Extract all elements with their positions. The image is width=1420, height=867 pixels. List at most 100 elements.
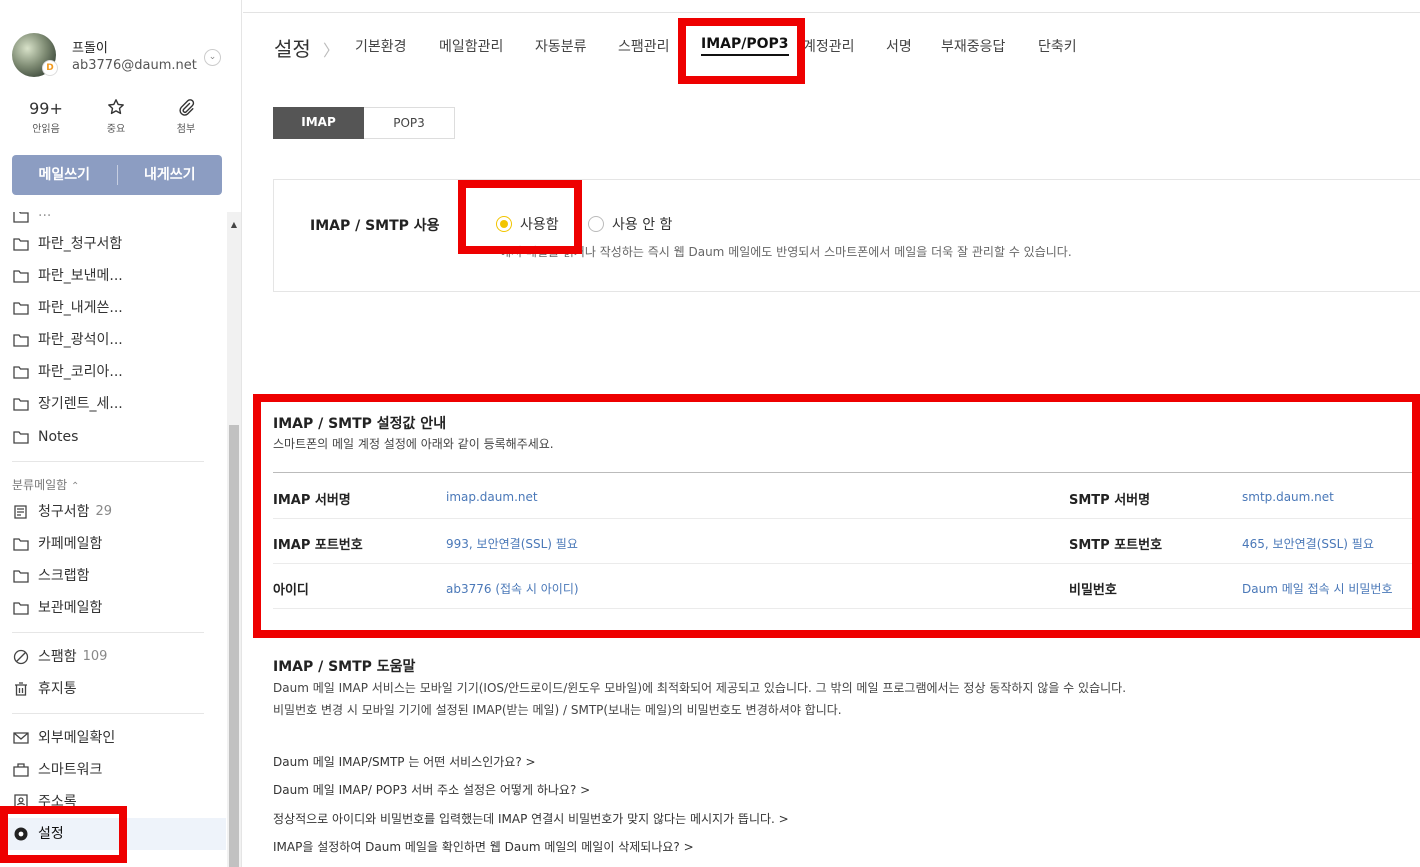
faq-link[interactable]: IMAP을 설정하여 Daum 메일을 확인하면 웹 Daum 메일의 메일이 … [273,838,694,855]
settings-info-subtitle: 스마트폰의 메일 계정 설정에 아래와 같이 등록해주세요. [273,437,554,451]
radio-use-on[interactable]: 사용함 [496,214,559,234]
tool-label: 스마트워크 [38,762,103,778]
folder-label: 파란_청구서함 [38,236,123,252]
divider [273,563,1420,564]
tab-auto-reply[interactable]: 부재중응답 [941,36,1005,56]
folder-item[interactable]: 파란_광석이... [12,328,123,352]
divider [273,608,1420,609]
help-text: Daum 메일 IMAP 서비스는 모바일 기기(IOS/안드로이드/윈도우 모… [273,681,1127,695]
tool-smartwork[interactable]: 스마트워크 [12,758,102,782]
quick-stat-label: 안읽음 [32,124,60,135]
radio-unselected-icon [588,216,604,232]
starred-mail-shortcut[interactable]: 중요 [86,98,146,135]
tab-auto-sort[interactable]: 자동분류 [535,36,587,56]
tool-label: 설정 [38,826,64,842]
tab-basic[interactable]: 기본환경 [355,36,407,56]
folder-label: 청구서함 [38,504,90,520]
folder-item[interactable]: 파란_내게쓴... [12,296,123,320]
folder-list: ··· 파란_청구서함 파란_보낸메... 파란_내게쓴... 파란_광석이..… [0,212,226,867]
smtp-port-label: SMTP 포트번호 [1069,538,1163,553]
folder-label: 카페메일함 [38,536,103,552]
tab-imap-pop3[interactable]: IMAP/POP3 [701,36,789,56]
password-label: 비밀번호 [1069,583,1117,598]
paperclip-icon [179,99,195,116]
unread-count: 109 [82,649,108,664]
folder-icon [13,270,29,283]
receipt-icon [14,505,27,519]
folder-icon [13,334,29,347]
settings-main: 설정 〉 기본환경 메일함관리 자동분류 스팸관리 IMAP/POP3 계정관리… [243,0,1420,867]
tab-pop3[interactable]: POP3 [364,107,455,139]
folder-item-bills[interactable]: 청구서함 29 [12,500,112,524]
folder-item-spam[interactable]: 스팸함 109 [12,645,107,669]
folder-item-cafe[interactable]: 카페메일함 [12,532,102,556]
folder-item[interactable]: 파란_코리아... [12,360,123,384]
scroll-up-arrow-icon[interactable]: ▲ [227,218,241,232]
faq-link[interactable]: 정상적으로 아이디와 비밀번호를 입력했는데 IMAP 연결시 비밀번호가 맞지… [273,810,789,827]
smtp-port-value: 465, 보안연결(SSL) 필요 [1242,537,1374,551]
divider [12,713,204,714]
sidebar-scroll-thumb[interactable] [229,425,239,867]
tab-mailbox-manage[interactable]: 메일함관리 [439,36,503,56]
unread-mail-shortcut[interactable]: 99+ 안읽음 [16,98,76,135]
tab-account[interactable]: 계정관리 [803,36,855,56]
faq-link[interactable]: Daum 메일 IMAP/SMTP 는 어떤 서비스인가요? > [273,753,536,770]
page-title: 설정 [274,37,311,61]
folder-label: Notes [38,429,79,445]
trash-icon [15,682,27,696]
write-to-self-button[interactable]: 내게쓰기 [118,155,223,195]
radio-label: 사용 안 함 [612,217,673,233]
attachment-mail-shortcut[interactable]: 첨부 [156,98,216,135]
sidebar: ··· 파란_청구서함 파란_보낸메... 파란_내게쓴... 파란_광석이..… [0,0,242,867]
radio-use-off[interactable]: 사용 안 함 [588,214,672,234]
folder-label: 파란_내게쓴... [38,300,123,316]
tab-signature[interactable]: 서명 [886,36,912,56]
quick-stat-label: 첨부 [176,124,196,135]
divider [273,518,1420,519]
smtp-server-label: SMTP 서버명 [1069,493,1151,508]
help-title: IMAP / SMTP 도움말 [273,659,416,675]
folder-label: 파란_광석이... [38,332,123,348]
folder-icon [13,570,29,583]
star-icon [108,99,124,115]
sidebar-item-settings[interactable]: 설정 [12,822,64,846]
radio-label: 사용함 [520,217,559,233]
imap-use-label: IMAP / SMTP 사용 [310,218,440,234]
tab-imap[interactable]: IMAP [273,107,364,139]
profile-panel: D 프돌이 ab3776@daum.net ⌄ 99+ 안읽음 중요 첨부 메일… [0,0,241,212]
folder-icon [13,366,29,379]
tab-shortcuts[interactable]: 단축키 [1038,36,1077,56]
chevron-down-icon[interactable]: ⌄ [204,49,221,66]
imap-server-label: IMAP 서버명 [273,493,351,508]
password-value: Daum 메일 접속 시 비밀번호 [1242,582,1393,596]
folder-item-trash[interactable]: 휴지통 [12,677,77,701]
gear-icon [14,827,28,841]
folder-item[interactable]: Notes [12,425,78,449]
divider [273,472,1420,473]
address-book-icon [14,794,28,810]
folder-icon [13,398,29,411]
category-section-label[interactable]: 분류메일함 ⌃ [12,476,79,493]
profile-name: 프돌이 [72,41,108,56]
tab-spam[interactable]: 스팸관리 [618,36,670,56]
folder-label: 휴지통 [38,681,77,697]
tool-external-mail[interactable]: 외부메일확인 [12,726,115,750]
imap-port-value: 993, 보안연결(SSL) 필요 [446,537,578,551]
folder-label: 장기렌트_세... [38,396,123,412]
chevron-right-icon: 〉 [323,41,340,60]
folder-item[interactable]: 파란_청구서함 [12,232,122,256]
protocol-tab-group: IMAP POP3 [273,107,455,139]
tool-address-book[interactable]: 주소록 [12,790,77,814]
spam-block-icon [13,649,29,665]
folder-item[interactable]: 파란_보낸메... [12,264,123,288]
faq-link[interactable]: Daum 메일 IMAP/ POP3 서버 주소 설정은 어떻게 하나요? > [273,781,590,798]
folder-label: 스팸함 [38,649,77,665]
compose-mail-button[interactable]: 메일쓰기 [12,155,117,195]
folder-item-scrap[interactable]: 스크랩함 [12,564,90,588]
folder-item[interactable]: 장기렌트_세... [12,392,123,416]
folder-item-archive[interactable]: 보관메일함 [12,596,102,620]
user-id-label: 아이디 [273,583,309,598]
folder-item-partial[interactable]: ··· [12,212,51,228]
folder-label: 파란_코리아... [38,364,123,380]
imap-port-label: IMAP 포트번호 [273,538,363,553]
